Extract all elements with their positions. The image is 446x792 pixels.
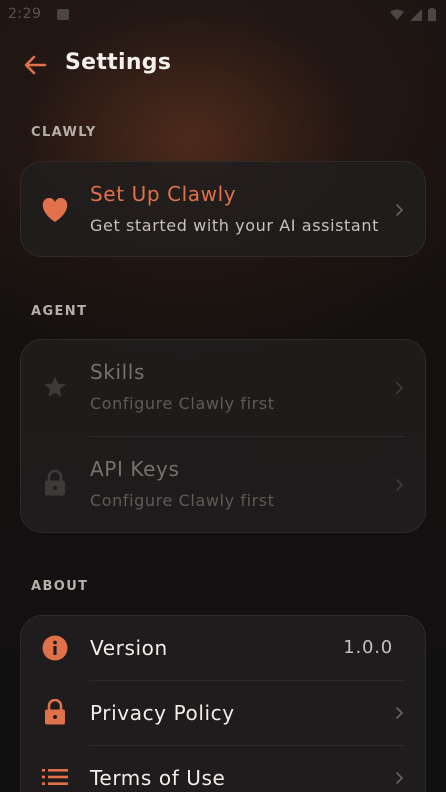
lock-icon	[41, 698, 69, 726]
skills-subtitle: Configure Clawly first	[90, 394, 275, 413]
status-icons	[390, 8, 436, 21]
signal-icon	[410, 8, 422, 21]
version-row: Version 1.0.0	[21, 616, 425, 680]
star-icon	[41, 373, 69, 401]
lock-icon	[41, 469, 69, 497]
chevron-right-icon	[393, 203, 405, 217]
skills-title: Skills	[90, 360, 145, 384]
wifi-icon	[390, 9, 404, 20]
chevron-right-icon	[393, 706, 405, 720]
privacy-policy-row[interactable]: Privacy Policy	[21, 681, 425, 745]
about-card: Version 1.0.0 Privacy Policy Terms of Us…	[20, 615, 426, 792]
chevron-right-icon	[393, 381, 405, 395]
heart-icon	[41, 196, 69, 224]
privacy-policy-title: Privacy Policy	[90, 701, 235, 725]
api-keys-title: API Keys	[90, 457, 180, 481]
terms-of-use-row[interactable]: Terms of Use	[21, 746, 425, 792]
api-keys-subtitle: Configure Clawly first	[90, 491, 275, 510]
setup-clawly-row[interactable]: Set Up Clawly Get started with your AI a…	[21, 162, 425, 256]
back-arrow-icon	[24, 55, 47, 75]
status-time: 2:29	[8, 6, 42, 22]
page-title: Settings	[65, 50, 172, 75]
back-button[interactable]	[20, 52, 50, 78]
clawly-card: Set Up Clawly Get started with your AI a…	[20, 161, 426, 257]
setup-clawly-subtitle: Get started with your AI assistant	[90, 216, 379, 235]
setup-clawly-title: Set Up Clawly	[90, 182, 237, 206]
section-label-about: ABOUT	[31, 579, 89, 594]
battery-icon	[428, 8, 436, 21]
section-label-clawly: CLAWLY	[31, 125, 97, 140]
chevron-right-icon	[393, 478, 405, 492]
version-title: Version	[90, 636, 168, 660]
list-icon	[41, 763, 69, 791]
app-bar: Settings	[0, 30, 446, 100]
terms-of-use-title: Terms of Use	[90, 766, 226, 790]
status-bar: 2:29	[0, 0, 446, 30]
section-label-agent: AGENT	[31, 304, 88, 319]
version-value: 1.0.0	[343, 637, 393, 658]
agent-card: Skills Configure Clawly first API Keys C…	[20, 339, 426, 533]
skills-row[interactable]: Skills Configure Clawly first	[21, 340, 425, 437]
chevron-right-icon	[393, 771, 405, 785]
notification-icon	[57, 9, 69, 20]
info-icon	[41, 634, 69, 662]
api-keys-row[interactable]: API Keys Configure Clawly first	[21, 437, 425, 532]
